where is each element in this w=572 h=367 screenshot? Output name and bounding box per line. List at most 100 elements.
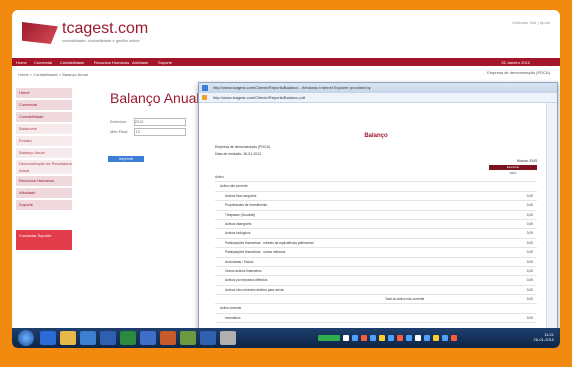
folder-taskbar-icon[interactable] (60, 331, 76, 345)
doc-row: Participações financeiras - método da eq… (215, 239, 537, 249)
app2-taskbar-icon[interactable] (140, 331, 156, 345)
doc-row-label: Activo (215, 175, 224, 179)
popup-address-bar[interactable]: http://www.tcagest.com/Cliente/Reports/B… (199, 93, 557, 103)
nav-item-atividade[interactable]: Atividade (132, 60, 148, 65)
start-button-icon[interactable] (18, 330, 34, 346)
doc-row-label: Participações financeiras - método da eq… (225, 240, 314, 245)
word-taskbar-icon[interactable] (100, 331, 116, 345)
ie-icon (202, 85, 208, 91)
nav-item-home[interactable]: Home (16, 60, 27, 65)
doc-row-value: 0,00 (526, 297, 533, 302)
popup-scrollbar[interactable] (546, 103, 557, 337)
mes-row: Mês Final 12 (110, 128, 187, 136)
doc-row-value: 0,00 (526, 287, 533, 292)
system-tray (318, 332, 508, 344)
company-select[interactable]: Empresa de demonstração (PDCA) (487, 70, 550, 75)
tray-icon-8[interactable] (406, 335, 412, 341)
sidebar-item-suporte[interactable]: Suporte (16, 200, 72, 210)
page-title: Balanço Anual (110, 90, 200, 106)
print-button[interactable]: Imprimir (108, 156, 144, 162)
app-taskbar-icon[interactable] (80, 331, 96, 345)
clock[interactable]: 11:21 26-01-2012 (534, 332, 554, 342)
tray-icon-6[interactable] (388, 335, 394, 341)
app6-taskbar-icon[interactable] (220, 331, 236, 345)
logo[interactable]: tcagest.com contabilidade, contabilidade… (22, 20, 172, 48)
app3-taskbar-icon[interactable] (160, 331, 176, 345)
tray-icon-9[interactable] (415, 335, 421, 341)
doc-row-label: Activo não corrente (220, 184, 248, 189)
tray-green-icon[interactable] (318, 335, 340, 341)
doc-row-label: Activo corrente (220, 306, 242, 311)
app4-taskbar-icon[interactable] (180, 331, 196, 345)
doc-date: Data de emissão: 26-01-2012 (215, 152, 262, 156)
screen: tcagest.com contabilidade, contabilidade… (12, 10, 560, 348)
doc-row-label: Total do Activo não corrente (385, 297, 425, 302)
doc-title: Balanço (364, 133, 388, 139)
top-links[interactable]: Utilizador Sair | Ajuda (512, 20, 550, 25)
doc-row-value: 0,00 (526, 221, 533, 226)
doc-row-value: 0,00 (526, 278, 533, 283)
doc-row: Outros activos financeiros 0,00 (215, 267, 537, 277)
exercicio-row: Exercício 2012 (110, 118, 186, 126)
report-popup-window[interactable]: http://www.tcagest.com/Cliente/Reports/B… (198, 82, 558, 338)
sidebar-item-balanco-anual[interactable]: Balanço Anual (16, 148, 72, 158)
sidebar-item-comercial[interactable]: Comercial (16, 100, 72, 110)
sidebar-item-extrato[interactable]: Extrato (16, 136, 72, 146)
sidebar-item-atividade[interactable]: Atividade (16, 188, 72, 198)
doc-rows: Activo Activo não corrente Activos fixos t… (215, 173, 537, 324)
pdf-document: Balanço Empresa de demonstração (PDCA) D… (209, 111, 543, 337)
doc-row-value: 0,00 (526, 268, 533, 273)
tray-icon-4[interactable] (370, 335, 376, 341)
sidebar-item-balancete[interactable]: Balancete (16, 124, 72, 134)
tray-icon-13[interactable] (451, 335, 457, 341)
doc-company: Empresa de demonstração (PDCA) (215, 145, 271, 149)
nav-item-contabilidade[interactable]: Contabilidade (60, 60, 84, 65)
breadcrumb[interactable]: Home > Contabilidade > Balanço Anual (18, 72, 88, 77)
excel-taskbar-icon[interactable] (120, 331, 136, 345)
support-cta-button[interactable]: Contactar Suporte (16, 230, 72, 250)
doc-row-label: Propriedades de investimento (225, 203, 268, 208)
doc-row: Activos não correntes detidos para venda… (215, 286, 537, 296)
popup-titlebar[interactable]: http://www.tcagest.com/Cliente/Reports/B… (199, 83, 557, 93)
doc-row-value: 0,00 (526, 250, 533, 255)
tray-icon-7[interactable] (397, 335, 403, 341)
nav-item-rh[interactable]: Recursos Humanos (94, 60, 129, 65)
tray-icon-5[interactable] (379, 335, 385, 341)
sidebar-item-contabilidade[interactable]: Contabilidade (16, 112, 72, 122)
ie-taskbar-icon[interactable] (40, 331, 56, 345)
doc-currency: Moeda: EUR (516, 159, 537, 163)
doc-row: Activos intangíveis 0,00 (215, 220, 537, 230)
sidebar-item-rh[interactable]: Recursos Humanos (16, 176, 72, 186)
tray-icon-2[interactable] (352, 335, 358, 341)
doc-row-value: 0,00 (526, 315, 533, 320)
doc-row-label: Activos não correntes detidos para venda (225, 287, 284, 292)
tray-icon-11[interactable] (433, 335, 439, 341)
doc-row-value: 0,00 (526, 231, 533, 236)
tray-icon-3[interactable] (361, 335, 367, 341)
doc-row: Activos fixos tangíveis 0,00 (215, 192, 537, 202)
top-navigation: Home Comercial Contabilidade Recursos Hu… (12, 58, 560, 66)
doc-row-label: Outros activos financeiros (225, 268, 262, 273)
doc-row: Trespasse (Goodwill) 0,00 (215, 211, 537, 220)
app5-taskbar-icon[interactable] (200, 331, 216, 345)
doc-row-value: 0,00 (526, 259, 533, 264)
exercicio-label: Exercício (110, 119, 127, 125)
mes-select[interactable]: 12 (134, 128, 187, 136)
taskbar: 11:21 26-01-2012 (12, 328, 560, 348)
sidebar-item-demonstracao[interactable]: Demonstração de Resultados Anual (16, 160, 72, 174)
exercicio-select[interactable]: 2012 (133, 118, 186, 126)
nav-item-comercial[interactable]: Comercial (34, 60, 52, 65)
clock-date: 26-01-2012 (533, 337, 554, 342)
sidebar-item-home[interactable]: Home (16, 88, 72, 98)
doc-row: Total do Activo não corrente 0,00 (215, 295, 537, 305)
doc-row-label: Activos por impostos diferidos (225, 278, 268, 283)
tray-icon-1[interactable] (343, 335, 349, 341)
logo-mark-icon (22, 22, 58, 44)
logo-text: tcagest.com (62, 20, 149, 37)
tray-icon-12[interactable] (442, 335, 448, 341)
popup-title-text: http://www.tcagest.com/Cliente/Reports/B… (213, 85, 371, 90)
doc-row: Participações financeiras - outros métod… (215, 248, 537, 258)
nav-item-suporte[interactable]: Suporte (158, 60, 172, 65)
doc-row: Activo (215, 173, 537, 183)
tray-icon-10[interactable] (424, 335, 430, 341)
